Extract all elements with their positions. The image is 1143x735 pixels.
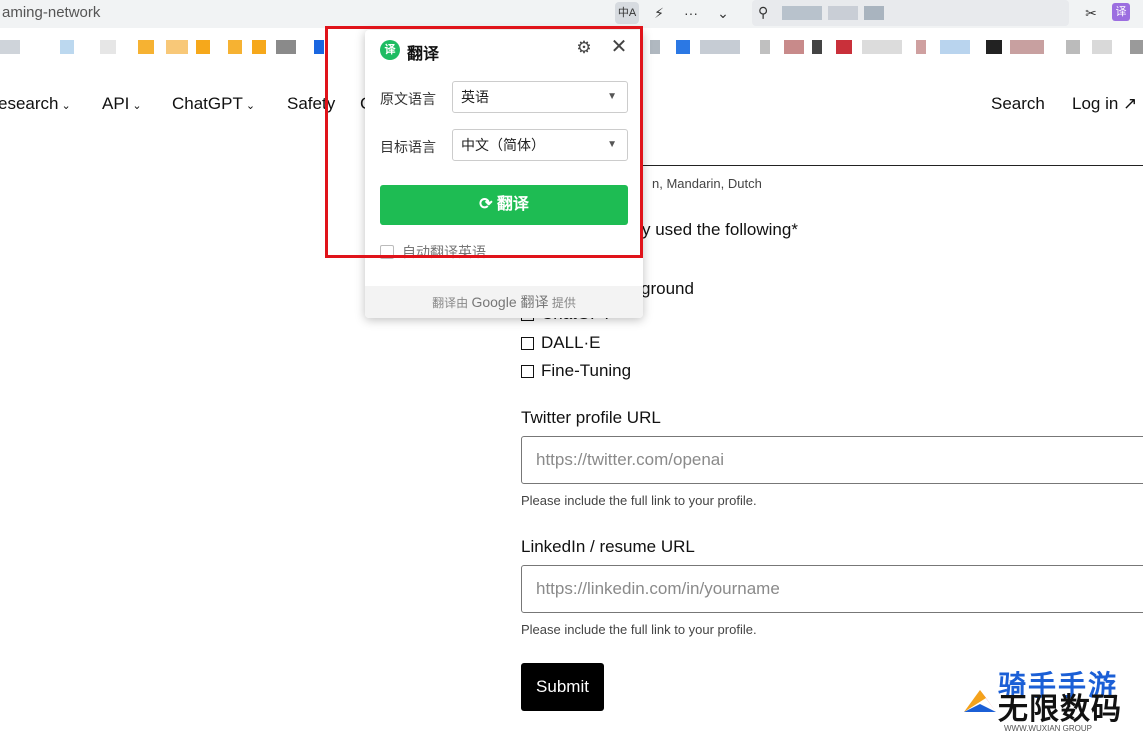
nav-api[interactable]: API ⌄ xyxy=(102,94,142,114)
bookmark-item[interactable] xyxy=(760,40,770,54)
bookmark-item[interactable] xyxy=(1092,40,1112,54)
watermark-main-text: 无限数码 xyxy=(998,693,1122,726)
bookmark-item[interactable] xyxy=(100,40,116,54)
bookmark-item[interactable] xyxy=(812,40,822,54)
option-label: Fine-Tuning xyxy=(541,361,632,380)
checkbox[interactable] xyxy=(521,336,534,350)
lightning-icon[interactable]: ⚡ xyxy=(648,3,670,23)
bookmark-item[interactable] xyxy=(0,40,20,54)
nav-label: API xyxy=(102,94,130,113)
footer-brand: Google 翻译 xyxy=(471,294,549,310)
bookmark-item[interactable] xyxy=(1066,40,1080,54)
bookmark-item[interactable] xyxy=(138,40,154,54)
watermark-sub-text: WWW.WUXIAN GROUP xyxy=(1004,724,1092,733)
bookmark-item[interactable] xyxy=(836,40,852,54)
nav-label: ChatGPT xyxy=(172,94,243,113)
watermark: 骑手手游 无限数码 WWW.WUXIAN GROUP xyxy=(958,664,1138,734)
address-bar[interactable]: aming-network 中A ⚡ ··· ⌄ xyxy=(0,0,742,26)
scissors-icon[interactable]: ✂ xyxy=(1080,3,1102,23)
chevron-down-icon: ⌄ xyxy=(61,100,71,112)
bookmark-item[interactable] xyxy=(940,40,970,54)
chevron-down-icon: ⌄ xyxy=(132,100,142,112)
translate-extension-icon[interactable]: 译 xyxy=(1112,3,1130,21)
browser-search-box[interactable]: ⚲ xyxy=(752,0,1069,26)
footer-prefix: 翻译由 xyxy=(432,296,469,310)
bookmark-item[interactable] xyxy=(784,40,804,54)
blurred-text xyxy=(782,6,822,20)
used-question: y used the following* xyxy=(642,220,798,239)
chevron-down-icon: ⌄ xyxy=(245,100,256,112)
browser-toolbar: aming-network 中A ⚡ ··· ⌄ ⚲ ✂ 译 xyxy=(0,0,1143,28)
nav-research[interactable]: esearch ⌄ xyxy=(0,94,71,114)
linkedin-input[interactable] xyxy=(521,565,1143,613)
watermark-logo-icon xyxy=(964,690,996,712)
linkedin-label: LinkedIn / resume URL xyxy=(521,537,695,556)
nav-label: esearch xyxy=(0,94,59,113)
twitter-input[interactable] xyxy=(521,436,1143,484)
blurred-text xyxy=(828,6,858,20)
bookmark-item[interactable] xyxy=(314,40,324,54)
nav-chatgpt[interactable]: ChatGPT ⌄ xyxy=(172,94,255,114)
input-underline xyxy=(640,165,1143,166)
bookmark-item[interactable] xyxy=(650,40,660,54)
twitter-label: Twitter profile URL xyxy=(521,408,661,427)
bookmark-item[interactable] xyxy=(252,40,266,54)
option-fine-tuning[interactable]: Fine-Tuning xyxy=(521,361,631,381)
bookmark-item[interactable] xyxy=(862,40,902,54)
bookmark-item[interactable] xyxy=(196,40,210,54)
bookmark-item[interactable] xyxy=(676,40,690,54)
bookmark-item[interactable] xyxy=(986,40,1002,54)
bookmark-item[interactable] xyxy=(60,40,74,54)
chevron-down-icon[interactable]: ⌄ xyxy=(712,3,734,23)
bookmark-item[interactable] xyxy=(1130,40,1143,54)
option-label: DALL·E xyxy=(541,333,601,352)
option-dalle[interactable]: DALL·E xyxy=(521,333,601,353)
languages-hint: n, Mandarin, Dutch xyxy=(652,176,762,191)
search-icon: ⚲ xyxy=(758,4,769,20)
linkedin-hint: Please include the full link to your pro… xyxy=(521,622,757,637)
blurred-text xyxy=(864,6,884,20)
option-playground[interactable]: ground xyxy=(641,279,694,299)
bookmark-item[interactable] xyxy=(276,40,296,54)
bookmark-item[interactable] xyxy=(700,40,740,54)
highlight-annotation-box xyxy=(325,26,643,258)
footer-suffix: 提供 xyxy=(551,296,576,310)
twitter-hint: Please include the full link to your pro… xyxy=(521,493,757,508)
nav-login[interactable]: Log in ↗ xyxy=(1072,94,1137,114)
translate-page-icon[interactable]: 中A xyxy=(615,2,639,24)
more-icon[interactable]: ··· xyxy=(680,3,702,23)
checkbox[interactable] xyxy=(521,364,534,378)
bookmark-item[interactable] xyxy=(1010,40,1044,54)
bookmark-item[interactable] xyxy=(916,40,926,54)
nav-search[interactable]: Search xyxy=(991,94,1045,114)
bookmark-item[interactable] xyxy=(228,40,242,54)
bookmark-item[interactable] xyxy=(166,40,188,54)
submit-button[interactable]: Submit xyxy=(521,663,604,711)
popup-footer: 翻译由 Google 翻译 提供 xyxy=(365,286,643,318)
url-text: aming-network xyxy=(2,4,101,21)
